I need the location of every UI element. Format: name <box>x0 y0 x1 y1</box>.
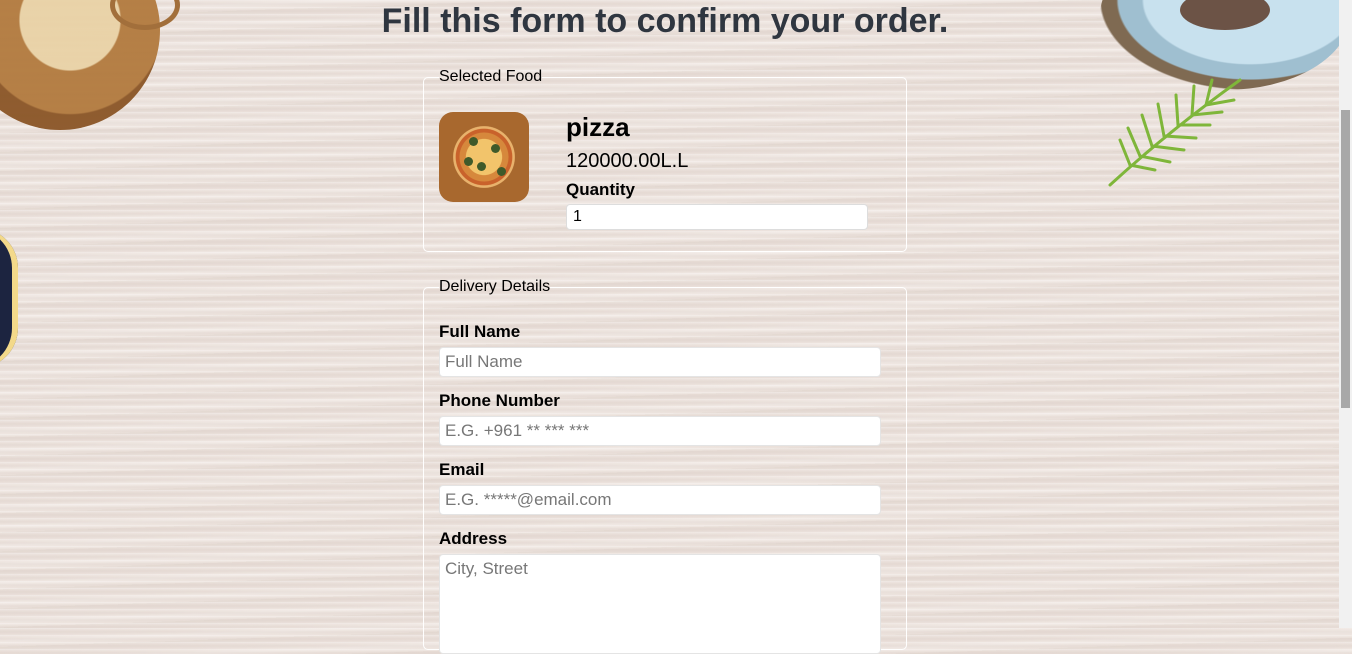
address-textarea[interactable] <box>439 554 881 654</box>
pizza-image <box>439 112 529 202</box>
full-name-label: Full Name <box>439 322 521 341</box>
email-input[interactable] <box>439 485 881 515</box>
phone-number-label: Phone Number <box>439 391 560 410</box>
food-price: 120000.00L.L <box>566 150 689 172</box>
selected-food-legend: Selected Food <box>439 68 543 85</box>
selected-food-fieldset: Selected Food pizza 120000.00L.L Quantit… <box>423 68 907 252</box>
full-name-input[interactable] <box>439 347 881 377</box>
bowl-decoration <box>0 228 18 368</box>
delivery-details-legend: Delivery Details <box>439 278 551 295</box>
delivery-details-fieldset: Delivery Details Full Name Phone Number … <box>423 278 907 654</box>
phone-number-input[interactable] <box>439 416 881 446</box>
quantity-label: Quantity <box>566 180 635 199</box>
palm-leaf-decoration <box>1108 78 1242 187</box>
quantity-input[interactable] <box>566 204 868 230</box>
page-scrollbar[interactable] <box>1339 0 1352 628</box>
scrollbar-thumb[interactable] <box>1341 110 1350 408</box>
address-label: Address <box>439 529 508 548</box>
page-title: Fill this form to confirm your order. <box>381 2 949 40</box>
food-name: pizza <box>566 112 630 142</box>
email-label: Email <box>439 460 485 479</box>
